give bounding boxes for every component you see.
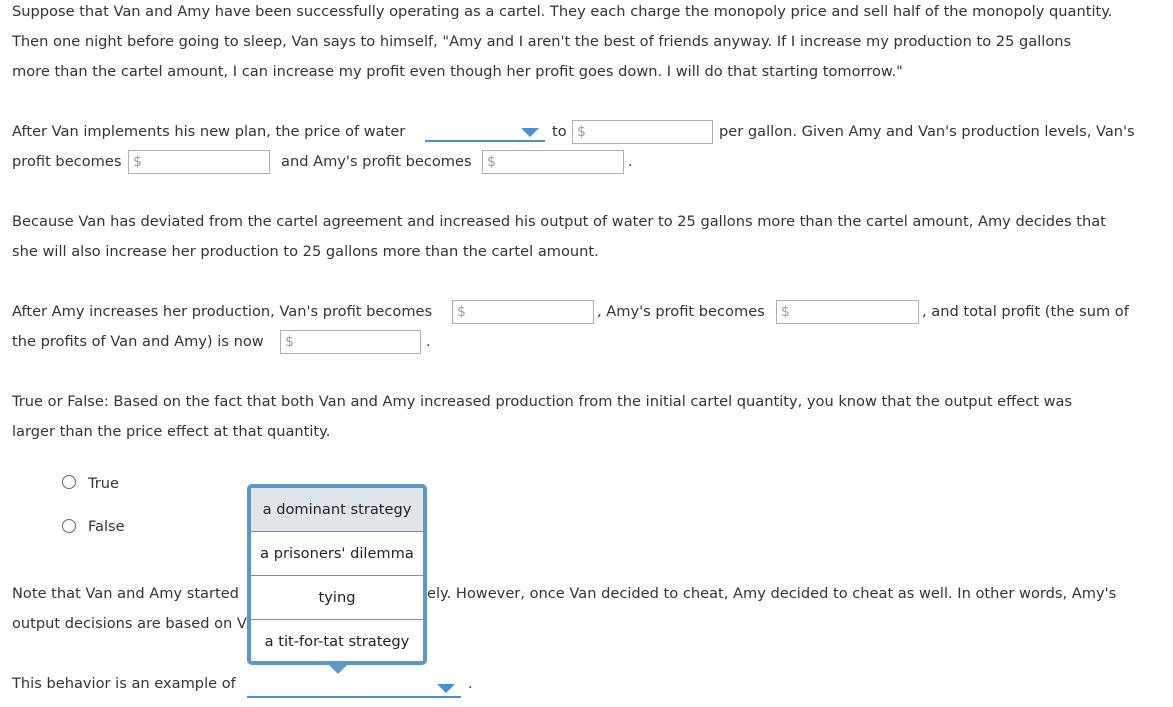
total-profit-input[interactable]: $ bbox=[280, 330, 421, 354]
dropdown-menu: a dominant strategy a prisoners' dilemma… bbox=[247, 484, 427, 665]
radio-true-label[interactable]: True bbox=[88, 469, 119, 499]
note-text-c: output decisions are based on V bbox=[12, 615, 247, 632]
q2-text-a: After Amy increases her production, Van'… bbox=[12, 303, 433, 320]
context-line: Because Van has deviated from the cartel… bbox=[12, 213, 1106, 230]
q1-end: . bbox=[628, 153, 633, 170]
q4-text: This behavior is an example of bbox=[12, 675, 236, 692]
q1-text-c: profit becomes bbox=[12, 153, 122, 170]
q1-text-a: After Van implements his new plan, the p… bbox=[12, 123, 406, 140]
menu-option-tying[interactable]: tying bbox=[251, 576, 423, 620]
intro-line: Then one night before going to sleep, Va… bbox=[12, 33, 1072, 50]
q3-line: larger than the price effect at that qua… bbox=[12, 423, 331, 440]
chevron-down-icon bbox=[437, 684, 455, 693]
radio-true[interactable] bbox=[62, 475, 76, 489]
q1-text-d: and Amy's profit becomes bbox=[281, 153, 472, 170]
menu-pointer-icon bbox=[329, 665, 347, 674]
van-profit-after-input[interactable]: $ bbox=[452, 300, 594, 324]
menu-option-dominant-strategy[interactable]: a dominant strategy bbox=[251, 488, 423, 532]
intro-line: Suppose that Van and Amy have been succe… bbox=[12, 3, 1113, 20]
context-line: she will also increase her production to… bbox=[12, 243, 599, 260]
radio-false-label[interactable]: False bbox=[88, 512, 125, 542]
q4-end: . bbox=[468, 675, 473, 692]
q1-to: to bbox=[552, 123, 567, 140]
behavior-dropdown[interactable] bbox=[247, 676, 461, 698]
amy-profit-input[interactable]: $ bbox=[482, 150, 624, 174]
q2-text-c: , and total profit (the sum of bbox=[922, 303, 1129, 320]
price-input[interactable]: $ bbox=[572, 120, 713, 144]
menu-option-tit-for-tat[interactable]: a tit-for-tat strategy bbox=[251, 620, 423, 663]
chevron-down-icon bbox=[521, 128, 539, 137]
q1-text-b: per gallon. Given Amy and Van's producti… bbox=[719, 123, 1135, 140]
price-direction-dropdown[interactable] bbox=[425, 120, 545, 142]
menu-option-prisoners-dilemma[interactable]: a prisoners' dilemma bbox=[251, 532, 423, 576]
amy-profit-after-input[interactable]: $ bbox=[776, 300, 919, 324]
q2-text-b: , Amy's profit becomes bbox=[597, 303, 765, 320]
q2-end: . bbox=[426, 333, 431, 350]
radio-false[interactable] bbox=[62, 519, 76, 533]
note-text-b: ely. However, once Van decided to cheat,… bbox=[427, 585, 1117, 602]
van-profit-input[interactable]: $ bbox=[128, 150, 270, 174]
intro-line: more than the cartel amount, I can incre… bbox=[12, 63, 903, 80]
q3-line: True or False: Based on the fact that bo… bbox=[12, 393, 1073, 410]
note-text-a: Note that Van and Amy started bbox=[12, 585, 239, 602]
q2-text-d: the profits of Van and Amy) is now bbox=[12, 333, 264, 350]
